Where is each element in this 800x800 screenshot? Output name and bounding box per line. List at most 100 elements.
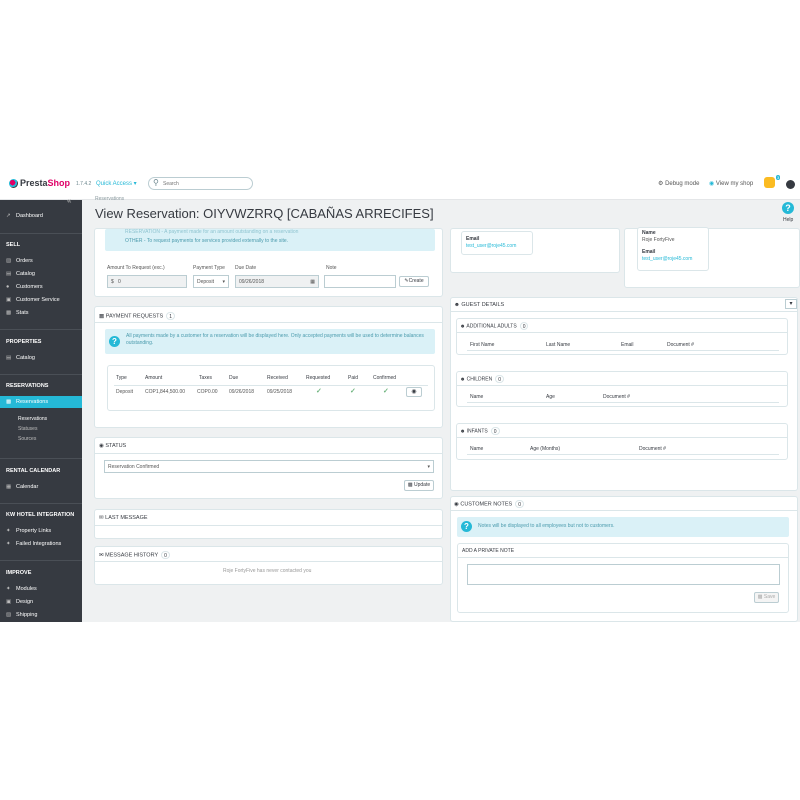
collapse-sidebar-icon[interactable]: «: [67, 196, 71, 205]
help-label[interactable]: Help: [783, 217, 793, 223]
sidebar-item-catalog[interactable]: ▤ Catalog: [6, 271, 35, 277]
puzzle-icon: ✦: [6, 528, 11, 534]
panel-divider: [458, 557, 788, 558]
payment-requests-panel: ▩ PAYMENT REQUESTS 1 ? All payments made …: [94, 306, 443, 428]
panel-divider: [95, 322, 442, 323]
table-header-divider: [467, 402, 779, 403]
panel-divider: [95, 453, 442, 454]
note-label: Note: [326, 265, 337, 271]
col-header-due: Due: [229, 375, 239, 381]
brand-pre: Presta: [20, 178, 48, 188]
payment-requests-info-text: All payments made by a customer for a re…: [126, 333, 424, 346]
additional-adults-count: 0: [519, 322, 529, 330]
sidebar-divider: [0, 458, 82, 459]
sidebar-item-property-links[interactable]: ✦ Property Links: [6, 528, 51, 534]
sidebar-item-orders[interactable]: ▧ Orders: [6, 258, 33, 264]
eye-icon: ◉: [99, 443, 104, 449]
sidebar-item-shipping[interactable]: ▨ Shipping: [6, 612, 37, 618]
sidebar-item-dashboard[interactable]: ↗ Dashboard: [6, 213, 43, 219]
name-label: Name: [642, 230, 656, 236]
view-payment-button[interactable]: ◉: [406, 387, 422, 397]
sidebar-subitem-reservations[interactable]: Reservations: [18, 416, 47, 422]
due-date-input[interactable]: 09/26/2018 ▦: [235, 275, 319, 288]
col-header-requested: Requested: [306, 375, 331, 381]
sidebar-item-customers[interactable]: ● Customers: [6, 284, 43, 290]
col-header-confirmed: Confirmed: [373, 375, 397, 381]
collapse-dropdown-button[interactable]: ▾: [785, 299, 797, 309]
status-panel: ◉ STATUS Reservation Confirmed ▾ ▩ Update: [94, 437, 443, 499]
save-note-button[interactable]: ▩ Save: [754, 592, 779, 603]
search-input[interactable]: [163, 179, 248, 188]
update-label: Update: [414, 482, 431, 488]
calendar-icon[interactable]: ▦: [310, 279, 315, 285]
sidebar-subitem-statuses[interactable]: Statuses: [18, 426, 37, 432]
version-label: 1.7.4.2: [76, 181, 92, 187]
guest-email-link[interactable]: test_user@roje45.com: [642, 256, 692, 262]
panel-divider: [457, 385, 787, 386]
truck-icon: ▨: [6, 612, 12, 618]
debug-mode-link[interactable]: ⚙ Debug mode: [658, 180, 699, 187]
last-message-panel: ✉ LAST MESSAGE: [94, 509, 443, 539]
sidebar-item-customer-service[interactable]: ▣ Customer Service: [6, 297, 60, 303]
sidebar-subitem-sources[interactable]: Sources: [18, 436, 36, 442]
col-header-document: Document #: [603, 394, 630, 400]
guest-info-panel: Name Roje FortyFive Email test_user@roje…: [624, 227, 800, 288]
row-taxes: COP0.00: [197, 389, 218, 395]
note-input[interactable]: [324, 275, 396, 288]
confirmed-check-icon: ✓: [383, 388, 389, 395]
last-message-title: LAST MESSAGE: [105, 515, 148, 521]
sidebar-item-failed-integrations[interactable]: ✦ Failed Integrations: [6, 541, 61, 547]
notifications-icon[interactable]: [764, 177, 775, 188]
customer-notes-header: ◉ CUSTOMER NOTES 0: [454, 500, 524, 508]
customer-notes-count: 0: [515, 500, 524, 508]
email-label: Email: [466, 236, 480, 242]
prestashop-logo-icon[interactable]: [9, 179, 18, 188]
sidebar-item-stats[interactable]: ▩ Stats: [6, 310, 29, 316]
update-button[interactable]: ▩ Update: [404, 480, 434, 491]
sidebar-item-label: Design: [16, 599, 34, 605]
notifications-count: 3: [776, 175, 781, 180]
amount-input[interactable]: $ 0: [107, 275, 187, 288]
children-header: ☻ CHILDREN 0: [460, 375, 504, 383]
sidebar-item-label: Reservations: [16, 399, 49, 405]
sidebar-item-label: Property Links: [16, 528, 52, 534]
sidebar-item-design[interactable]: ▣ Design: [6, 599, 33, 605]
children-count: 0: [495, 375, 504, 383]
sidebar-item-label: Dashboard: [16, 213, 43, 219]
breadcrumb[interactable]: Reservations: [95, 196, 124, 202]
private-note-title: ADD A PRIVATE NOTE: [462, 548, 515, 554]
sidebar-item-calendar[interactable]: ▦ Calendar: [6, 484, 38, 490]
customer-email-link[interactable]: test_user@roje45.com: [466, 243, 516, 249]
status-select[interactable]: Reservation Confirmed ▾: [104, 460, 434, 473]
sidebar-item-reservations[interactable]: ▩ Reservations: [6, 399, 48, 405]
sidebar-section-properties: PROPERTIES: [6, 339, 42, 345]
payment-type-select[interactable]: Deposit ▾: [193, 275, 229, 288]
table-header-divider: [467, 350, 779, 351]
brand-logo[interactable]: PrestaShop: [20, 178, 70, 188]
sidebar-divider: [0, 374, 82, 375]
col-header-email: Email: [621, 342, 634, 348]
payment-requests-info: ? All payments made by a customer for a …: [105, 329, 435, 354]
private-note-textarea[interactable]: [467, 564, 780, 585]
sidebar-item-modules[interactable]: ✦ Modules: [6, 586, 37, 592]
additional-adults-header: ☻ ADDITIONAL ADULTS 0: [460, 322, 529, 330]
store-icon: ▤: [6, 271, 12, 277]
view-shop-link[interactable]: ◉ View my shop: [709, 180, 753, 187]
sidebar-divider: [0, 329, 82, 330]
bar-chart-icon: ▩: [6, 310, 12, 316]
chevron-down-icon: ▾: [789, 301, 793, 307]
chevron-down-icon: ▾: [427, 464, 430, 470]
user-avatar-icon[interactable]: [786, 180, 795, 189]
eye-icon: ◉: [411, 389, 417, 395]
help-icon[interactable]: ?: [782, 202, 794, 214]
col-header-last-name: Last Name: [546, 342, 571, 348]
quick-access-dropdown[interactable]: Quick Access ▾: [96, 180, 137, 187]
create-button[interactable]: ✎Create: [399, 276, 429, 287]
col-header-type: Type: [116, 375, 127, 381]
search-icon[interactable]: ⚲: [153, 179, 161, 187]
sidebar-item-property-catalog[interactable]: ▤ Catalog: [6, 355, 35, 361]
payment-requests-title: PAYMENT REQUESTS: [105, 313, 164, 320]
chat-icon: ▣: [6, 297, 12, 303]
chevron-down-icon: ▾: [222, 279, 225, 285]
table-header-divider: [114, 385, 428, 386]
